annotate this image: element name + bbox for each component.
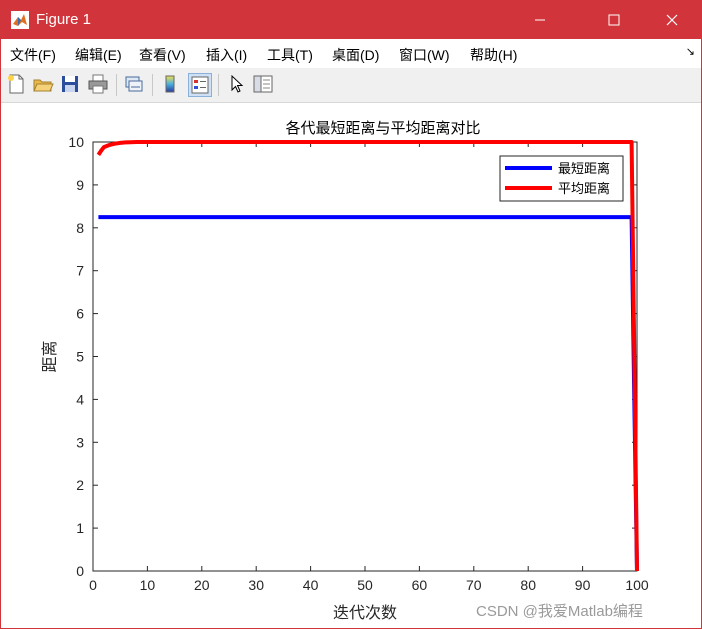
menu-window[interactable]: 窗口(W)	[399, 45, 450, 65]
x-tick-label: 90	[575, 577, 591, 593]
x-axis-label: 迭代次数	[333, 603, 397, 622]
toolbar-separator	[152, 74, 153, 96]
plot-area[interactable]	[92, 141, 638, 572]
y-tick-label: 3	[76, 434, 84, 450]
menu-file[interactable]: 文件(F)	[10, 45, 56, 65]
edit-plot-pointer-icon[interactable]	[226, 73, 248, 95]
new-figure-icon[interactable]	[5, 73, 27, 95]
legend-label: 平均距离	[558, 181, 610, 197]
save-icon[interactable]	[59, 73, 81, 95]
close-button[interactable]	[649, 1, 695, 39]
x-tick-label: 0	[89, 577, 97, 593]
x-tick-label: 80	[520, 577, 536, 593]
menu-help[interactable]: 帮助(H)	[470, 45, 517, 65]
y-tick-label: 2	[76, 477, 84, 493]
x-tick-label: 30	[248, 577, 264, 593]
menu-tools[interactable]: 工具(T)	[267, 45, 313, 65]
insert-legend-icon[interactable]	[188, 73, 212, 97]
y-tick-label: 0	[76, 563, 84, 579]
y-axis-label: 距离	[40, 340, 59, 372]
watermark: CSDN @我爱Matlab编程	[476, 603, 643, 620]
close-icon	[666, 14, 678, 26]
minimize-button[interactable]	[517, 1, 563, 39]
y-tick-label: 5	[76, 349, 84, 365]
figure-canvas: 0 10 20 30 40 50 60 70 80 90 100 0 1 2 3 4 5 6 7 8 9 10 各代最短距离…	[1, 103, 701, 628]
link-plot-icon[interactable]	[123, 73, 145, 95]
y-tick-label: 1	[76, 520, 84, 536]
y-tick-label: 9	[76, 177, 84, 193]
figure-window: Figure 1 文件(F) 编辑(E) 查看(V) 插入(I) 工具(T) 桌…	[0, 0, 702, 629]
y-tick-label: 10	[68, 134, 84, 150]
x-tick-label: 100	[625, 577, 649, 593]
property-inspector-icon[interactable]	[252, 73, 274, 95]
y-tick-label: 6	[76, 306, 84, 322]
toolbar-separator	[116, 74, 117, 96]
toolbar-separator	[218, 74, 219, 96]
y-tick-label: 4	[76, 391, 84, 407]
dock-arrow-icon[interactable]: ↘	[686, 45, 695, 58]
x-tick-label: 60	[412, 577, 428, 593]
legend-label: 最短距离	[558, 161, 610, 177]
y-tick-label: 8	[76, 220, 84, 236]
window-title: Figure 1	[36, 11, 92, 28]
menu-edit[interactable]: 编辑(E)	[75, 45, 122, 65]
x-tick-label: 70	[466, 577, 482, 593]
chart-title: 各代最短距离与平均距离对比	[285, 119, 480, 137]
open-file-icon[interactable]	[32, 73, 54, 95]
minimize-icon	[535, 19, 545, 21]
insert-colorbar-icon[interactable]	[159, 73, 181, 95]
maximize-button[interactable]	[591, 1, 637, 39]
x-tick-label: 10	[140, 577, 156, 593]
x-tick-label: 40	[303, 577, 319, 593]
menu-desktop[interactable]: 桌面(D)	[332, 45, 379, 65]
menu-view[interactable]: 查看(V)	[139, 45, 186, 65]
menu-bar: 文件(F) 编辑(E) 查看(V) 插入(I) 工具(T) 桌面(D) 窗口(W…	[1, 39, 701, 67]
matlab-icon	[11, 11, 29, 29]
menu-insert[interactable]: 插入(I)	[206, 45, 247, 65]
maximize-icon	[608, 14, 620, 26]
figure-toolbar	[1, 68, 701, 103]
title-bar[interactable]: Figure 1	[1, 1, 701, 39]
print-icon[interactable]	[87, 73, 109, 95]
x-tick-label: 20	[194, 577, 210, 593]
line-chart[interactable]: 0 10 20 30 40 50 60 70 80 90 100 0 1 2 3 4 5 6 7 8 9 10 各代最短距离…	[1, 103, 701, 628]
x-tick-label: 50	[357, 577, 373, 593]
y-tick-label: 7	[76, 263, 84, 279]
